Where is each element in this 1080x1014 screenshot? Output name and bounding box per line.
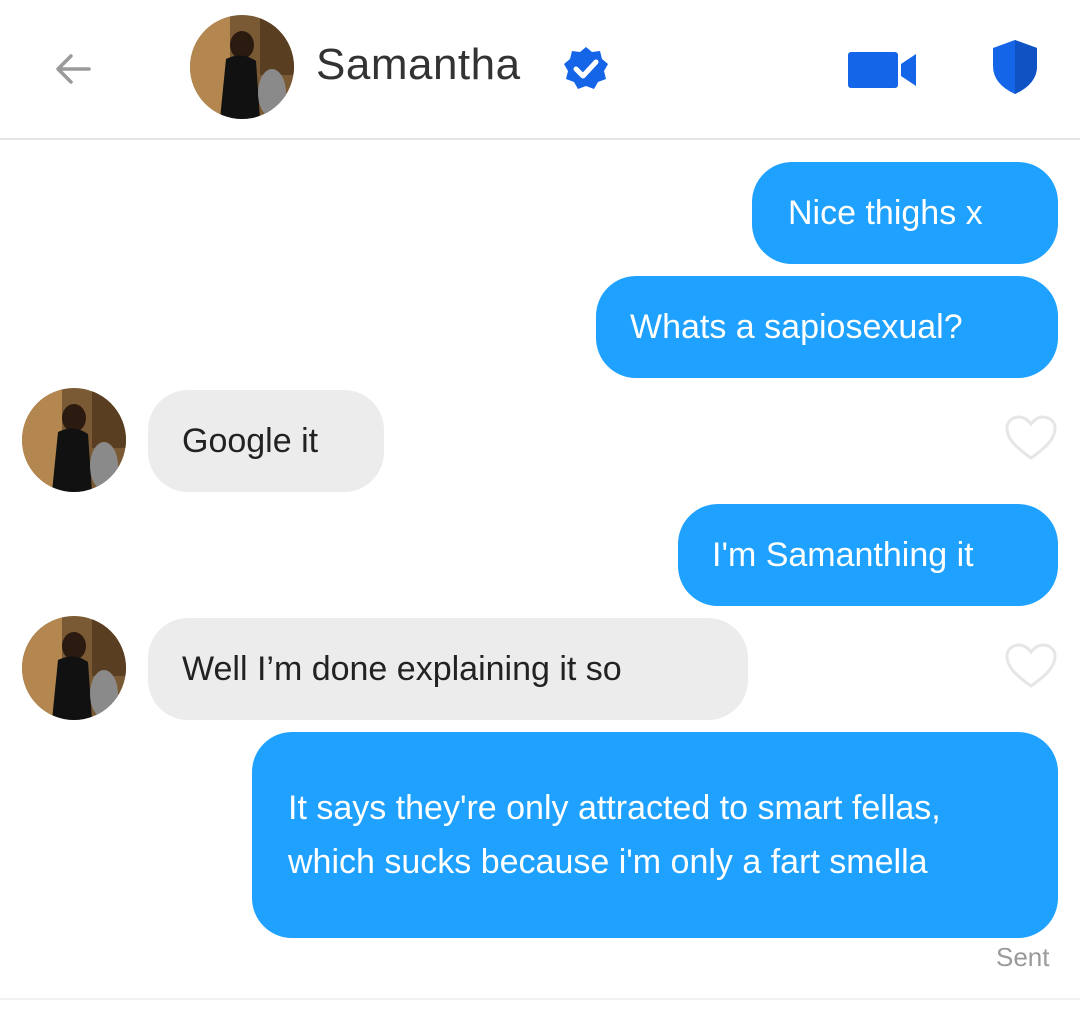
message-text: Well I’m done explaining it so	[182, 650, 622, 688]
message-bubble-outgoing[interactable]: I'm Samanthing it	[678, 504, 1058, 606]
video-camera-icon	[848, 52, 916, 88]
back-button[interactable]	[48, 44, 98, 94]
message-text: I'm Samanthing it	[712, 536, 974, 574]
safety-shield-button[interactable]	[990, 38, 1040, 96]
message-bubble-outgoing[interactable]: Nice thighs x	[752, 162, 1058, 264]
message-text: Nice thighs x	[788, 194, 983, 232]
message-text: Whats a sapiosexual?	[630, 308, 963, 346]
like-button[interactable]	[1004, 414, 1058, 462]
chat-header: Samantha	[0, 0, 1080, 140]
message-text: It says they're only attracted to smart …	[288, 789, 941, 881]
message-bubble-outgoing[interactable]: It says they're only attracted to smart …	[252, 732, 1058, 938]
message-bubble-incoming[interactable]: Well I’m done explaining it so	[148, 618, 748, 720]
shield-icon	[993, 40, 1037, 94]
sent-status: Sent	[996, 942, 1050, 972]
contact-avatar[interactable]	[190, 15, 294, 119]
message-bubble-outgoing[interactable]: Whats a sapiosexual?	[596, 276, 1058, 378]
video-call-button[interactable]	[848, 50, 918, 90]
contact-name[interactable]: Samantha	[316, 40, 521, 90]
heart-icon	[1005, 415, 1057, 460]
message-bubble-incoming[interactable]: Google it	[148, 390, 384, 492]
sender-avatar[interactable]	[22, 388, 126, 492]
verified-badge-icon	[562, 45, 610, 93]
message-thread: Nice thighs x Whats a sapiosexual? Googl…	[0, 142, 1080, 1014]
arrow-left-icon	[56, 54, 91, 84]
heart-icon	[1005, 643, 1057, 688]
divider	[0, 998, 1080, 1000]
like-button[interactable]	[1004, 642, 1058, 690]
message-text: Google it	[182, 422, 319, 460]
sender-avatar[interactable]	[22, 616, 126, 720]
